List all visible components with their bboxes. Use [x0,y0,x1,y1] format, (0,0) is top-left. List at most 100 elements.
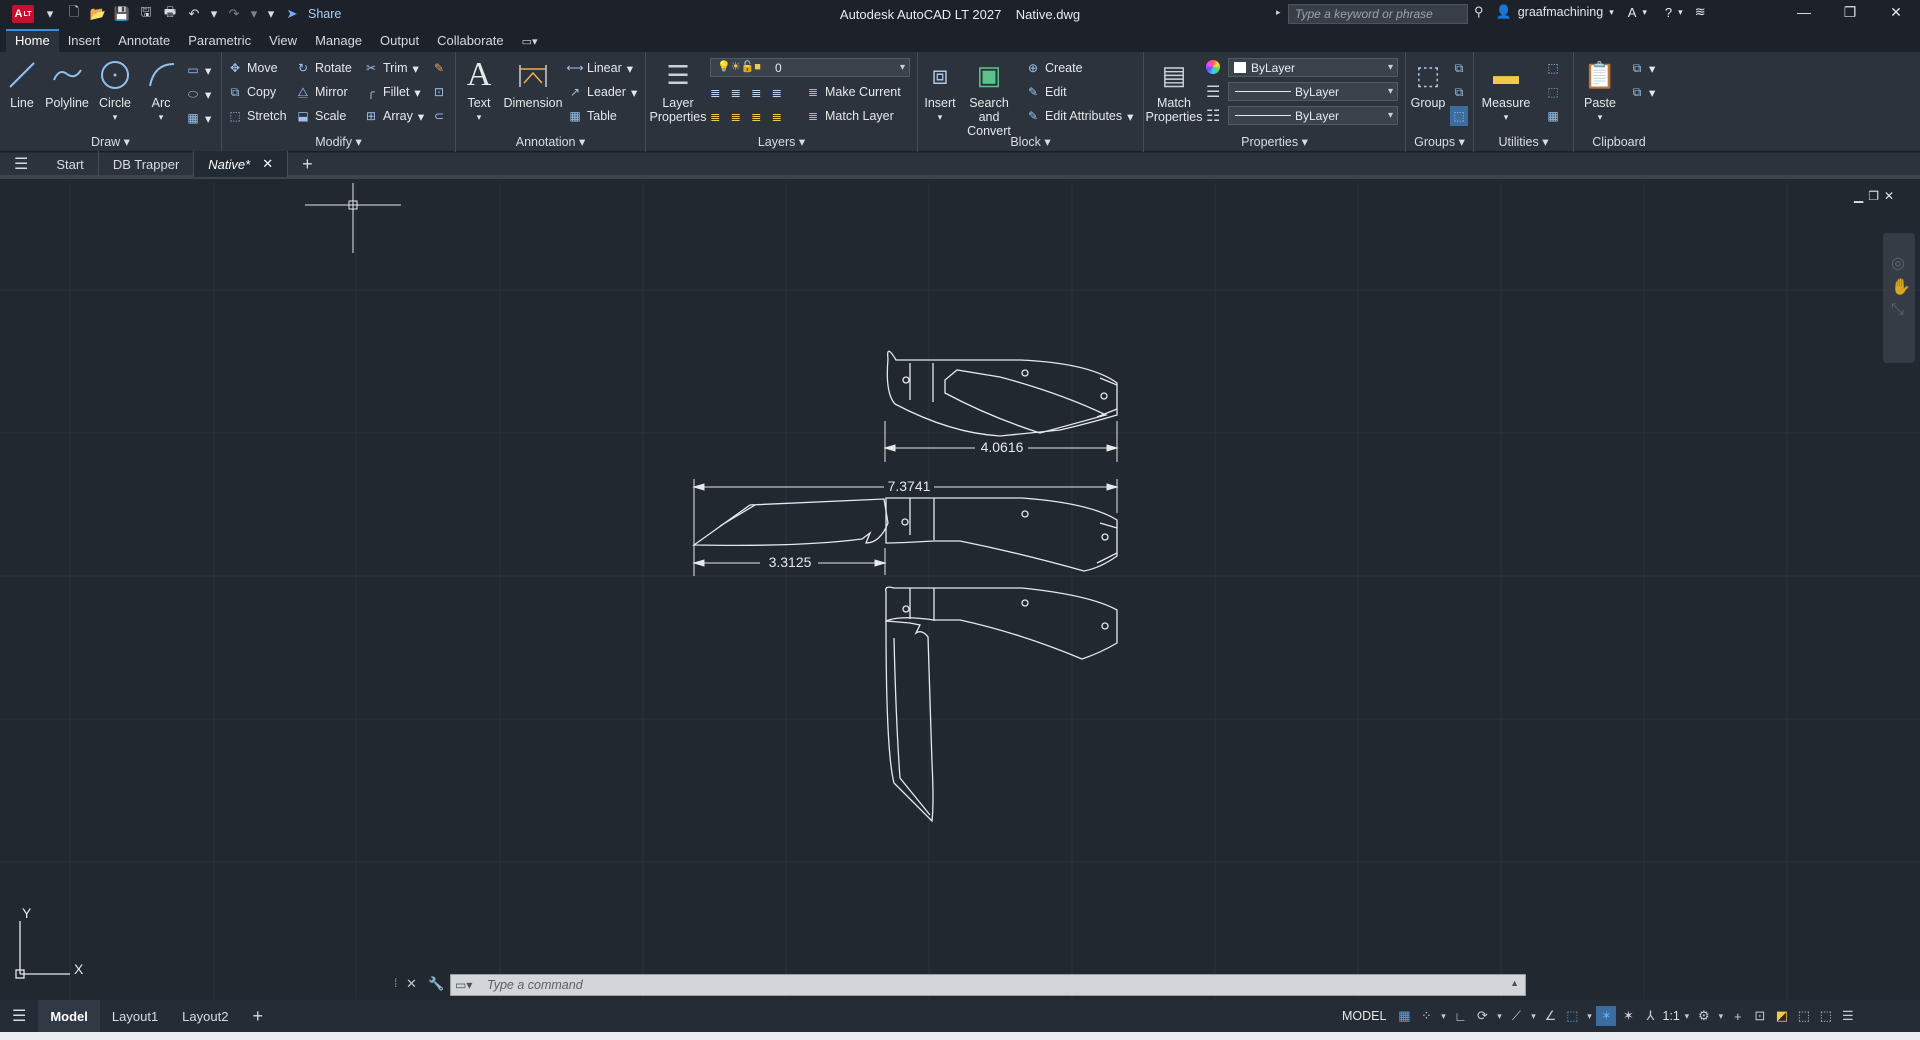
layer-tools-row1[interactable]: ≣ ≣ ≣ ≣ [710,82,782,102]
ungroup-button[interactable]: ⧉ [1452,58,1466,78]
create-block-button[interactable]: ⊕ Create [1026,58,1083,78]
minimize-button[interactable]: — [1784,4,1824,24]
help-dropdown-icon[interactable]: ▾ [1678,7,1683,18]
leader-button[interactable]: ↗ Leader ▾ [568,82,637,102]
annotation-scale-icon[interactable]: ⅄ [1640,1006,1660,1026]
grid-display-icon[interactable]: ▦ [1394,1006,1414,1026]
share-button[interactable]: Share [308,7,341,21]
save-as-icon[interactable]: 🖫 [138,4,154,22]
user-dropdown-icon[interactable]: ▾ [1609,7,1614,18]
iso-dropdown-icon[interactable]: ▾ [1528,1006,1538,1026]
copy-clip-button[interactable]: ⧉ ▾ [1630,82,1656,102]
user-icon[interactable]: 👤 [1496,4,1512,20]
command-history-icon[interactable]: ▭▾ [455,978,472,992]
line-button[interactable]: Line [6,58,38,110]
clean-screen-icon[interactable]: ⬚ [1816,1006,1836,1026]
command-expand-icon[interactable]: ▲ [1510,978,1519,988]
file-tabs-menu-icon[interactable]: ☰ [0,151,42,177]
rotate-button[interactable]: ↻ Rotate [296,58,352,78]
command-input[interactable]: ▭▾ Type a command ▲ [450,974,1526,996]
model-space-button[interactable]: MODEL [1342,1009,1386,1023]
match-layer-button[interactable]: ≣ Match Layer [806,106,894,126]
offset-button[interactable]: ⊂ [432,106,446,126]
trim-button[interactable]: ✂ Trim ▾ [364,58,419,78]
panel-title-annotation[interactable]: Annotation ▾ [456,134,645,149]
group-button[interactable]: ⬚ Group [1408,58,1448,110]
redo-icon[interactable]: ↷ [226,6,242,22]
app-dropdown-icon[interactable]: ▾ [1642,7,1647,18]
file-tab-db-trapper[interactable]: DB Trapper [99,151,195,177]
panel-title-properties[interactable]: Properties ▾ [1144,134,1405,149]
group-edit-button[interactable]: ⧉ [1452,82,1466,102]
customize-toolbar-icon[interactable]: ▾ [266,6,276,22]
knife-half-open[interactable] [885,586,1118,823]
command-line-grip-icon[interactable]: ⁞ [394,976,397,990]
polyline-button[interactable]: Polyline [44,58,90,110]
circle-button[interactable]: Circle ▾ [96,58,134,124]
share-icon[interactable]: ➤ [284,6,300,22]
panel-title-layers[interactable]: Layers ▾ [646,134,917,149]
search-expand-icon[interactable]: ▸ [1276,7,1281,18]
navigation-bar[interactable]: ◎ ✋ ⤡ [1883,233,1915,363]
edit-block-button[interactable]: ✎ Edit [1026,82,1067,102]
match-properties-button[interactable]: ▤ Match Properties [1146,58,1203,124]
annotation-scale-value[interactable]: 1:1 [1662,1009,1679,1023]
drawing-canvas[interactable]: 4.0616 7.3741 3.3125 X Y ▁❐✕ [0,183,1920,999]
calculator-button[interactable]: ▦ [1546,106,1560,126]
scale-button[interactable]: ⬓ Scale [296,106,346,126]
measure-button[interactable]: ▬ Measure ▾ [1478,58,1534,124]
dimension-button[interactable]: Dimension [502,58,564,110]
layout-tab-layout2[interactable]: Layout2 [170,1000,240,1032]
tab-insert[interactable]: Insert [59,29,110,52]
auto-scale-icon[interactable]: ✶ [1618,1006,1638,1026]
user-account-menu[interactable]: graafmachining [1518,5,1603,19]
arc-button[interactable]: Arc ▾ [144,58,178,124]
mirror-button[interactable]: ⧋ Mirror [296,82,348,102]
isodraft-icon[interactable]: ⟋ [1506,1006,1526,1026]
units-icon[interactable]: ⊡ [1750,1006,1770,1026]
app-logo[interactable]: A LT [12,5,34,23]
tab-manage[interactable]: Manage [306,29,371,52]
redo-dropdown-icon[interactable]: ▾ [250,6,258,22]
pan-icon[interactable]: ✋ [1891,277,1915,297]
search-icon[interactable]: ⚲ [1474,4,1484,20]
layout-tab-model[interactable]: Model [38,1000,100,1032]
viewport-controls[interactable]: ▁❐✕ [1854,189,1899,203]
tab-collaborate[interactable]: Collaborate [428,29,513,52]
move-button[interactable]: ✥ Move [228,58,278,78]
layer-tools-row2[interactable]: ≣ ≣ ≣ ≣ [710,106,782,126]
app-menu-chevron-icon[interactable]: ▾ [42,6,58,22]
erase-button[interactable]: ✎ [432,58,446,78]
tab-home[interactable]: Home [6,29,59,52]
panel-title-block[interactable]: Block ▾ [918,134,1143,149]
ribbon-display-toggle-icon[interactable]: ▭▾ [513,31,547,52]
open-folder-icon[interactable]: 📂 [90,6,106,22]
polar-tracking-icon[interactable]: ⟳ [1472,1006,1492,1026]
panel-title-draw[interactable]: Draw ▾ [0,134,221,149]
print-icon[interactable]: 🖶 [162,4,178,22]
workspace-gear-icon[interactable]: ⚙ [1694,1006,1714,1026]
color-dropdown[interactable]: ByLayer [1228,58,1398,77]
insert-block-button[interactable]: ⧈ Insert ▾ [922,58,958,124]
layout-menu-icon[interactable]: ☰ [0,1000,38,1032]
linear-dimension-button[interactable]: ⟷ Linear ▾ [566,58,633,78]
object-snap-tracking-icon[interactable]: ∠ [1540,1006,1560,1026]
polar-dropdown-icon[interactable]: ▾ [1494,1006,1504,1026]
undo-icon[interactable]: ↶ [186,6,202,22]
file-tab-start[interactable]: Start [42,151,99,177]
table-button[interactable]: ▦ Table [568,106,617,126]
paste-button[interactable]: 📋 Paste ▾ [1580,58,1620,124]
workspace-dropdown-icon[interactable]: ▾ [1716,1006,1726,1026]
ortho-mode-icon[interactable]: ∟ [1450,1006,1470,1026]
autodesk-app-icon[interactable]: A [1628,5,1637,20]
edit-attributes-button[interactable]: ✎ Edit Attributes ▾ [1026,106,1133,126]
new-tab-button[interactable]: + [288,151,327,177]
select-all-button[interactable]: ⬚ [1546,82,1560,102]
panel-title-clipboard[interactable]: Clipboard [1574,135,1664,149]
snap-dropdown-icon[interactable]: ▾ [1438,1006,1448,1026]
quick-properties-icon[interactable]: ◩ [1772,1006,1792,1026]
restore-button[interactable]: ❐ [1830,4,1870,24]
file-tab-native[interactable]: Native* ✕ [194,151,289,177]
linetype-dropdown[interactable]: ByLayer [1228,82,1398,101]
layout-tab-layout1[interactable]: Layout1 [100,1000,170,1032]
